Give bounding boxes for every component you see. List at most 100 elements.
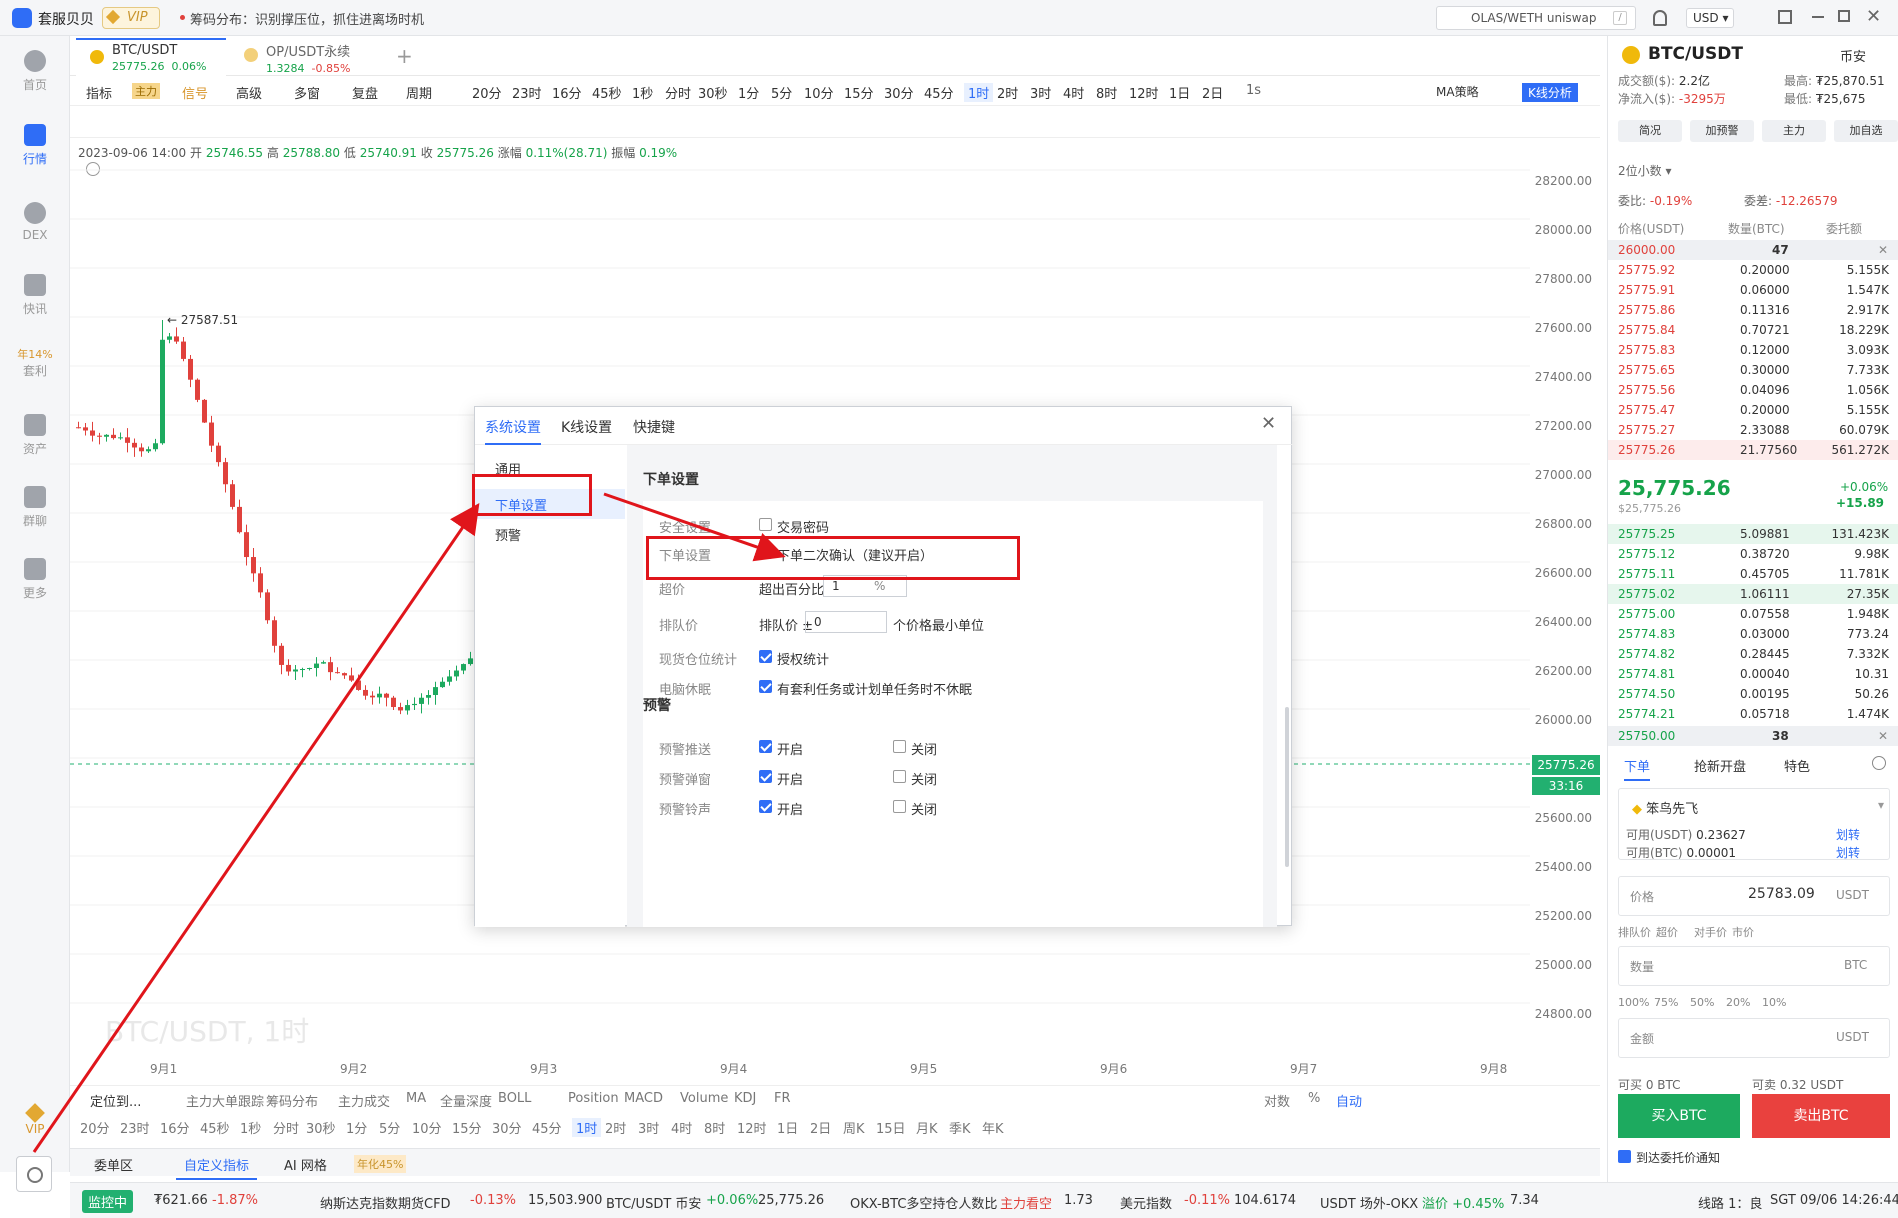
pct-0[interactable]: 100% [1618,996,1649,1009]
indicator-9[interactable]: Volume [680,1091,728,1106]
pct-2[interactable]: 50% [1690,996,1714,1009]
currency-select[interactable]: USD ▾ [1686,8,1734,28]
ask-row[interactable]: 25775.47 0.20000 5.155K [1608,400,1898,420]
bottom-period-19[interactable]: 1日 [777,1118,798,1137]
period-18[interactable]: 12时 [1129,83,1159,102]
side-alerts[interactable]: 预警 [495,525,521,544]
bottom-period-13[interactable]: 1时 [572,1118,602,1137]
toolbar-period[interactable]: 周期 [406,83,432,102]
tab-ipo[interactable]: 抢新开盘 [1694,756,1746,775]
indicator-7[interactable]: Position [568,1091,619,1106]
tab-btc-usdt[interactable]: BTC/USDT 25775.26 0.06% [76,38,226,76]
indicator-6[interactable]: BOLL [498,1091,531,1106]
period-1[interactable]: 23时 [512,83,542,102]
period-4[interactable]: 1秒 [632,83,653,102]
period-20[interactable]: 2日 [1202,83,1223,102]
indicator-2[interactable]: 筹码分布 [266,1091,318,1110]
ask-row[interactable]: 25775.27 2.33088 60.079K [1608,420,1898,440]
period-19[interactable]: 1日 [1169,83,1190,102]
panel-symbol[interactable]: BTC/USDT [1648,44,1743,64]
bid-row[interactable]: 25775.12 0.38720 9.98K [1608,544,1898,564]
bottom-period-11[interactable]: 30分 [492,1118,522,1137]
transfer-link[interactable]: 划转 [1836,826,1860,843]
period-15[interactable]: 3时 [1030,83,1051,102]
bottom-period-21[interactable]: 周K [843,1118,865,1137]
account-select[interactable]: ◆ 笨鸟先飞 [1632,798,1698,817]
ask-row[interactable]: 25775.56 0.04096 1.056K [1608,380,1898,400]
indicator-10[interactable]: KDJ [734,1091,756,1106]
minimize-icon[interactable] [1812,16,1824,18]
bell-icon[interactable] [1653,10,1667,26]
network-status[interactable]: 线路 1：良 [1698,1193,1762,1212]
price-opt-1[interactable]: 超价 [1656,924,1678,940]
bottom-period-16[interactable]: 4时 [671,1118,692,1137]
ask-row[interactable]: 25775.83 0.12000 3.093K [1608,340,1898,360]
ticker-okx-ratio[interactable]: OKX-BTC多空持仓人数比 [850,1193,997,1212]
ma-strategy-button[interactable]: MA策略 [1436,83,1479,100]
period-2[interactable]: 16分 [552,83,582,102]
bottom-period-7[interactable]: 1分 [346,1118,367,1137]
period-13[interactable]: 1时 [964,83,994,102]
monitor-badge[interactable]: 监控中 [82,1190,134,1213]
spot-stat-checkbox[interactable] [759,650,772,663]
tab-place-order[interactable]: 下单 [1624,756,1651,781]
bottom-period-10[interactable]: 15分 [452,1118,482,1137]
gear-icon[interactable] [1872,756,1886,770]
toolbar-indicator[interactable]: 指标 [86,83,112,102]
pct-3[interactable]: 20% [1726,996,1750,1009]
close-window-icon[interactable]: ✕ [1866,6,1881,27]
tab-orders[interactable]: 委单区 [94,1155,133,1174]
period-9[interactable]: 10分 [804,83,834,102]
sell-button[interactable]: 卖出BTC [1752,1094,1890,1138]
nav-vip[interactable]: VIP [0,1103,70,1136]
period-0[interactable]: 20分 [472,83,502,102]
ask-row[interactable]: 25775.91 0.06000 1.547K [1608,280,1898,300]
bid-row[interactable]: 25775.00 0.07558 1.948K [1608,604,1898,624]
bottom-period-18[interactable]: 12时 [737,1118,767,1137]
period-11[interactable]: 30分 [884,83,914,102]
bottom-period-12[interactable]: 45分 [532,1118,562,1137]
nav-dex[interactable]: DEX [0,202,70,242]
tab-op-usdt[interactable]: OP/USDT永续 1.3284 -0.85% [230,38,400,76]
bottom-period-23[interactable]: 月K [916,1118,938,1137]
tab-kline-settings[interactable]: K线设置 [561,417,612,437]
bottom-period-4[interactable]: 1秒 [240,1118,261,1137]
period-12[interactable]: 45分 [924,83,954,102]
toolbar-1s[interactable]: 1s [1246,83,1261,98]
alert-push-off[interactable] [893,740,906,753]
period-10[interactable]: 15分 [844,83,874,102]
tab-featured[interactable]: 特色 [1784,756,1810,775]
panel-btn-3[interactable]: 加自选 [1834,120,1898,142]
nav-arbitrage[interactable]: 年14% 套利 [0,346,70,379]
period-8[interactable]: 5分 [771,83,792,102]
bid-row[interactable]: 25774.50 0.00195 50.26 [1608,684,1898,704]
decimals-select[interactable]: 2位小数 ▾ [1618,162,1671,179]
bid-bottom-row[interactable]: 25750.00 38 ✕ [1608,726,1898,746]
bottom-period-14[interactable]: 2时 [605,1118,626,1137]
period-6[interactable]: 30秒 [698,83,728,102]
nav-home[interactable]: 首页 [0,50,70,93]
bottom-period-25[interactable]: 年K [982,1118,1004,1137]
kline-analysis-button[interactable]: K线分析 [1522,83,1578,102]
ticker-nasdaq[interactable]: 纳斯达克指数期货CFD [320,1193,451,1212]
alert-popup-off[interactable] [893,770,906,783]
alert-push-on[interactable] [759,740,772,753]
trade-password-checkbox[interactable] [759,518,772,531]
toolbar-replay[interactable]: 复盘 [352,83,378,102]
pct-4[interactable]: 10% [1762,996,1786,1009]
tab-system-settings[interactable]: 系统设置 [485,417,541,445]
search-input[interactable]: OLAS/WETH uniswap / [1436,6,1636,30]
bid-row[interactable]: 25774.81 0.00040 10.31 [1608,664,1898,684]
bottom-period-2[interactable]: 16分 [160,1118,190,1137]
bottom-period-17[interactable]: 8时 [704,1118,725,1137]
price-opt-3[interactable]: 市价 [1732,924,1754,940]
buy-button[interactable]: 买入BTC [1618,1094,1740,1138]
ask-top-row[interactable]: 26000.00 47 ✕ [1608,240,1898,260]
ticker-dxy[interactable]: 美元指数 [1120,1193,1172,1212]
notify-checkbox[interactable] [1618,1150,1631,1163]
period-7[interactable]: 1分 [738,83,759,102]
bottom-period-6[interactable]: 30秒 [306,1118,336,1137]
bottom-period-9[interactable]: 10分 [412,1118,442,1137]
tab-custom-indicator[interactable]: 自定义指标 [176,1155,258,1180]
toolbar-multiwindow[interactable]: 多窗 [294,83,320,102]
